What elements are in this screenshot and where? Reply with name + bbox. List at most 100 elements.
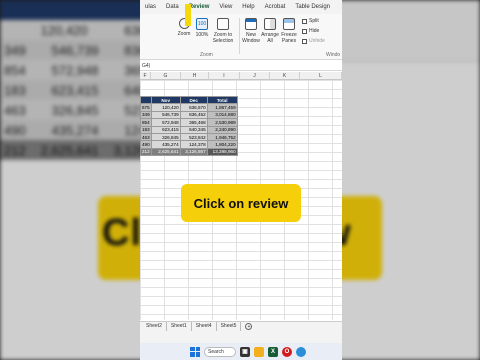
zoom-selection-icon: [217, 18, 229, 30]
pointer-highlight: [185, 4, 191, 26]
tab-table-design[interactable]: Table Design: [290, 0, 335, 14]
add-sheet-icon[interactable]: +: [245, 323, 253, 330]
table-cell[interactable]: 836,452: [179, 110, 208, 120]
table-total-row: 212 2,625,641 3,126,867 13,398,960: [140, 147, 238, 157]
table-cell[interactable]: 523,842: [179, 132, 208, 142]
ribbon-tabs: ulas Data Review View Help Acrobat Table…: [140, 0, 342, 15]
table-cell[interactable]: 120,420: [150, 103, 181, 112]
freeze-panes-label: Freeze Panes: [281, 32, 297, 44]
freeze-panes-icon: [283, 18, 295, 30]
tab-formulas[interactable]: ulas: [140, 0, 161, 14]
group-label-window: Windo: [326, 52, 341, 58]
group-label-zoom: Zoom: [200, 52, 213, 58]
column-header[interactable]: G: [151, 72, 181, 80]
table-header[interactable]: Dec: [179, 95, 208, 105]
unhide-label: Unhide: [309, 38, 325, 44]
unhide-button[interactable]: Unhide: [302, 38, 325, 44]
table-cell[interactable]: 3,126,867: [179, 147, 208, 157]
table-cell[interactable]: 212: [140, 147, 152, 157]
table-cell[interactable]: 854: [140, 118, 152, 127]
split-label: Split: [309, 18, 319, 24]
file-explorer-icon[interactable]: [254, 346, 264, 357]
table-row: 183 623,415 640,345 2,240,890: [140, 125, 238, 134]
sheet-tab[interactable]: Sheet4: [192, 322, 217, 331]
table-cell[interactable]: 2,625,641: [150, 147, 181, 157]
table-cell[interactable]: 349: [140, 110, 152, 120]
hide-label: Hide: [309, 28, 320, 34]
sheet-tab[interactable]: Sheet5: [217, 322, 242, 331]
excel-icon[interactable]: X: [268, 346, 278, 357]
split-icon: [302, 18, 307, 24]
arrange-all-icon: [264, 18, 276, 30]
tab-view[interactable]: View: [214, 0, 237, 14]
arrange-all-button[interactable]: Arrange All: [261, 18, 279, 44]
new-window-icon: [245, 18, 257, 30]
column-header[interactable]: I: [209, 72, 240, 80]
zoom-100-button[interactable]: 100 100%: [194, 18, 210, 38]
table-row: 490 435,274 124,378 1,804,220: [140, 140, 238, 149]
windows-start-icon[interactable]: [190, 346, 200, 357]
split-button[interactable]: Split: [302, 18, 319, 24]
table-cell[interactable]: 572,948: [150, 118, 181, 127]
table-cell[interactable]: 490: [140, 140, 152, 149]
table-cell[interactable]: 435,274: [150, 140, 181, 149]
excel-window: ulas Data Review View Help Acrobat Table…: [140, 0, 342, 360]
hide-icon: [302, 28, 307, 34]
unhide-icon: [302, 38, 307, 44]
new-window-button[interactable]: New Window: [242, 18, 260, 44]
windows-taskbar: Search ▣ X O: [140, 343, 342, 360]
arrange-all-label: Arrange All: [261, 32, 279, 44]
column-header[interactable]: F: [140, 72, 151, 80]
table-cell[interactable]: 1,867,459: [206, 103, 238, 112]
sheet-tab[interactable]: Sheet1: [167, 322, 192, 331]
tab-help[interactable]: Help: [237, 0, 259, 14]
table-cell[interactable]: 13,398,960: [206, 147, 238, 157]
table-cell[interactable]: 623,415: [150, 125, 181, 134]
zoom-to-selection-button[interactable]: Zoom to Selection: [211, 18, 235, 44]
column-header[interactable]: L: [300, 72, 342, 80]
instruction-callout: Click on review: [181, 184, 301, 222]
table-cell[interactable]: 636,570: [179, 103, 208, 112]
freeze-panes-button[interactable]: Freeze Panes: [280, 18, 298, 44]
table-cell[interactable]: 675: [140, 103, 152, 112]
table-row: 675 120,420 636,570 1,867,459: [140, 103, 238, 112]
table-row: 854 572,948 365,468 2,530,989: [140, 118, 238, 127]
ribbon-panel: Zoom 100 100% Zoom to Selection Zoom New…: [140, 14, 342, 60]
zoom-selection-label: Zoom to Selection: [212, 32, 234, 44]
column-header[interactable]: K: [270, 72, 300, 80]
sales-table: Nov Dec Total 675 120,420 636,570 1,867,…: [140, 95, 238, 157]
zoom-label: Zoom: [177, 31, 191, 37]
table-cell[interactable]: 640,345: [179, 125, 208, 134]
sheet-tab-bar: Sheet2 Sheet1 Sheet4 Sheet5 +: [140, 321, 342, 331]
name-box[interactable]: G4): [140, 61, 342, 71]
table-cell[interactable]: 1,804,220: [206, 140, 238, 149]
tab-data[interactable]: Data: [161, 0, 184, 14]
table-cell[interactable]: 1,946,752: [206, 132, 238, 142]
zoom-100-icon: 100: [196, 18, 208, 30]
table-cell[interactable]: 2,240,890: [206, 125, 238, 134]
table-cell[interactable]: 3,014,880: [206, 110, 238, 120]
column-header[interactable]: H: [181, 72, 209, 80]
table-cell[interactable]: 183: [140, 125, 152, 134]
sheet-tab[interactable]: Sheet2: [142, 322, 167, 331]
table-cell[interactable]: 326,845: [150, 132, 181, 142]
table-cell[interactable]: 463: [140, 132, 152, 142]
chrome-icon[interactable]: [296, 346, 306, 357]
table-header[interactable]: [140, 95, 152, 105]
hide-button[interactable]: Hide: [302, 28, 319, 34]
status-bar: [140, 331, 342, 343]
column-header[interactable]: J: [240, 72, 270, 80]
table-row: 349 546,739 836,452 3,014,880: [140, 110, 238, 120]
taskbar-search[interactable]: Search: [204, 346, 236, 357]
table-cell[interactable]: 124,378: [179, 140, 208, 149]
table-cell[interactable]: 2,530,989: [206, 118, 238, 127]
opera-icon[interactable]: O: [282, 346, 292, 357]
new-window-label: New Window: [242, 32, 260, 44]
table-cell[interactable]: 546,739: [150, 110, 181, 120]
table-header-row: Nov Dec Total: [140, 95, 238, 105]
table-header[interactable]: Nov: [150, 95, 181, 105]
task-view-icon[interactable]: ▣: [240, 346, 250, 357]
tab-acrobat[interactable]: Acrobat: [260, 0, 291, 14]
table-header[interactable]: Total: [206, 95, 238, 105]
table-cell[interactable]: 365,468: [179, 118, 208, 127]
